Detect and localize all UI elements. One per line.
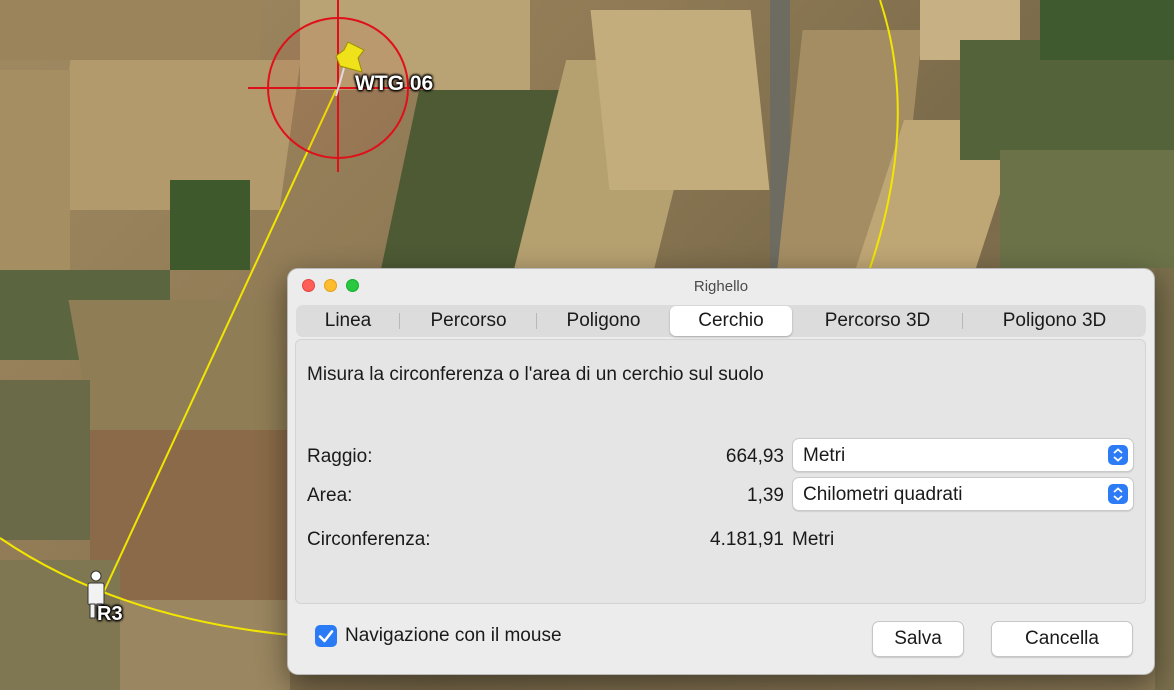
- window-title: Righello: [693, 278, 749, 295]
- circle-outline: [869, 0, 899, 269]
- area-label: Area:: [307, 485, 353, 506]
- placemark-label[interactable]: R3: [97, 603, 123, 626]
- area-value: 1,39: [747, 485, 784, 506]
- tab-poligono-3d[interactable]: Poligono 3D: [963, 305, 1146, 337]
- tab-percorso-3d[interactable]: Percorso 3D: [792, 305, 963, 337]
- chevron-updown-icon: [1108, 445, 1128, 465]
- checkmark-icon: [318, 630, 334, 643]
- title-bar[interactable]: Righello: [288, 269, 1154, 303]
- area-unit-value: Chilometri quadrati: [803, 484, 963, 505]
- tab-cerchio[interactable]: Cerchio: [670, 306, 792, 336]
- tab-bar: Linea Percorso Poligono Cerchio Percorso…: [296, 305, 1146, 337]
- radius-unit-select[interactable]: Metri: [792, 438, 1134, 472]
- measurement-panel: Misura la circonferenza o l'area di un c…: [295, 339, 1146, 604]
- tab-description: Misura la circonferenza o l'area di un c…: [307, 364, 764, 385]
- mouse-navigation-label[interactable]: Navigazione con il mouse: [345, 625, 562, 647]
- placemark-label[interactable]: WTG 06: [355, 72, 433, 96]
- radius-value: 664,93: [725, 446, 784, 467]
- circle-outline: [0, 537, 301, 637]
- area-unit-select[interactable]: Chilometri quadrati: [792, 477, 1134, 511]
- tab-linea[interactable]: Linea: [296, 305, 400, 337]
- mouse-navigation-checkbox[interactable]: [315, 625, 337, 647]
- ruler-dialog: Righello Linea Percorso Poligono Cerchio…: [287, 268, 1155, 675]
- radius-unit-value: Metri: [803, 445, 846, 466]
- save-button[interactable]: Salva: [872, 621, 964, 657]
- tab-percorso[interactable]: Percorso: [400, 305, 537, 337]
- chevron-updown-icon: [1108, 484, 1128, 504]
- circumference-label: Circonferenza:: [307, 529, 431, 550]
- tab-poligono[interactable]: Poligono: [537, 305, 670, 337]
- cancel-button[interactable]: Cancella: [991, 621, 1133, 657]
- circumference-value: 4.181,91: [710, 529, 784, 550]
- radius-label: Raggio:: [307, 446, 373, 467]
- circumference-unit: Metri: [792, 529, 835, 550]
